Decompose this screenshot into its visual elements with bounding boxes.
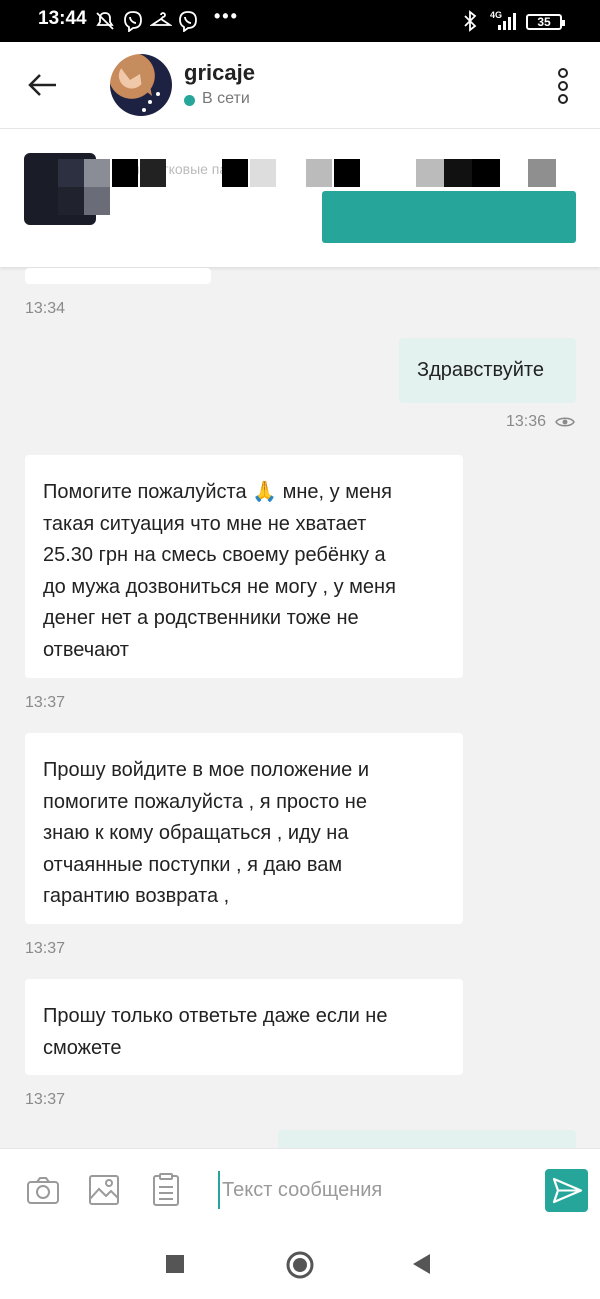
online-status-dot	[184, 95, 195, 106]
system-nav-bar	[0, 1228, 600, 1299]
status-time: 13:44	[38, 8, 87, 29]
message-time: 13:37	[25, 1091, 66, 1108]
outgoing-message: Здравствуйте	[399, 338, 576, 403]
more-options-icon[interactable]	[552, 66, 574, 106]
message-line: знаю к кому обращаться , иду на	[43, 822, 349, 844]
message-line: отчаянные поступки , я даю вам	[43, 853, 343, 876]
pixel-block	[472, 159, 500, 187]
message-line: денег нет а родственники тоже не	[43, 607, 359, 629]
message-input-bar	[0, 1148, 600, 1229]
send-button[interactable]	[545, 1169, 588, 1212]
back-nav-icon[interactable]	[410, 1253, 432, 1275]
seen-eye-icon	[555, 417, 575, 427]
incoming-message: Прошу только ответьте даже если не сможе…	[25, 979, 463, 1075]
pixel-block	[528, 159, 556, 187]
online-status-text: В сети	[202, 90, 250, 107]
pixel-block	[84, 159, 110, 187]
signal-icon	[498, 13, 516, 30]
mute-notification-icon	[96, 12, 114, 30]
pixel-block	[58, 187, 84, 215]
send-icon	[552, 1177, 583, 1204]
more-notifications-icon: •••	[214, 6, 239, 26]
recent-apps-icon[interactable]	[165, 1254, 185, 1274]
message-line: Прошу только ответьте даже если не	[43, 1005, 388, 1027]
home-icon[interactable]	[285, 1250, 315, 1280]
status-bar: 13:44 ••• 4G 35	[0, 0, 600, 42]
message-input[interactable]	[218, 1171, 534, 1209]
document-icon[interactable]	[149, 1173, 183, 1207]
message-line: Помогите пожалуйста 🙏 мне, у меня	[43, 481, 392, 503]
message-time: 13:36	[506, 413, 547, 430]
pixel-block	[334, 159, 360, 187]
contact-name: gricaje	[184, 60, 255, 85]
message-time: 13:34	[25, 300, 66, 317]
message-bubble-partial	[25, 268, 211, 284]
message-line: 25.30 грн на смесь своему ребёнку а	[43, 544, 386, 566]
pixel-block	[222, 159, 248, 187]
message-time: 13:37	[25, 694, 66, 711]
pixel-block	[250, 159, 276, 187]
avatar[interactable]	[110, 54, 172, 116]
incoming-message: Прошу войдите в мое положение и помогите…	[25, 733, 463, 924]
message-line: отвечают	[43, 638, 129, 661]
pixel-block	[416, 159, 444, 187]
hanger-icon	[150, 12, 172, 26]
message-line: Прошу войдите в мое положение и	[43, 759, 369, 781]
incoming-message: Помогите пожалуйста 🙏 мне, у меня такая …	[25, 455, 463, 678]
message-line: до мужа дозвониться не могу , у меня	[43, 575, 396, 598]
chat-header: gricaje В сети	[0, 42, 600, 129]
ad-action-button[interactable]	[322, 191, 576, 243]
viber-icon	[124, 11, 142, 32]
pixel-block	[140, 159, 166, 187]
pixel-block	[84, 187, 110, 215]
gallery-icon[interactable]	[87, 1173, 121, 1207]
camera-icon[interactable]	[26, 1173, 60, 1207]
bluetooth-icon	[464, 10, 477, 32]
message-line: сможете	[43, 1036, 122, 1059]
ad-banner[interactable]: простковые пак	[0, 129, 600, 267]
battery-indicator: 35	[526, 14, 565, 30]
pixel-block	[112, 159, 138, 187]
avatar-photo-icon	[118, 58, 160, 112]
message-line: гарантию возврата ,	[43, 885, 230, 907]
message-time: 13:37	[25, 940, 66, 957]
message-line: такая ситуация что мне не хватает	[43, 512, 367, 535]
viber-icon-2	[179, 11, 197, 32]
back-arrow-icon[interactable]	[26, 70, 60, 100]
pixel-block	[58, 159, 84, 187]
pixel-block	[444, 159, 472, 187]
message-line: помогите пожалуйста , я просто не	[43, 790, 367, 813]
outgoing-message-partial	[278, 1130, 576, 1150]
pixel-block	[306, 159, 332, 187]
message-text: Здравствуйте	[417, 359, 544, 381]
